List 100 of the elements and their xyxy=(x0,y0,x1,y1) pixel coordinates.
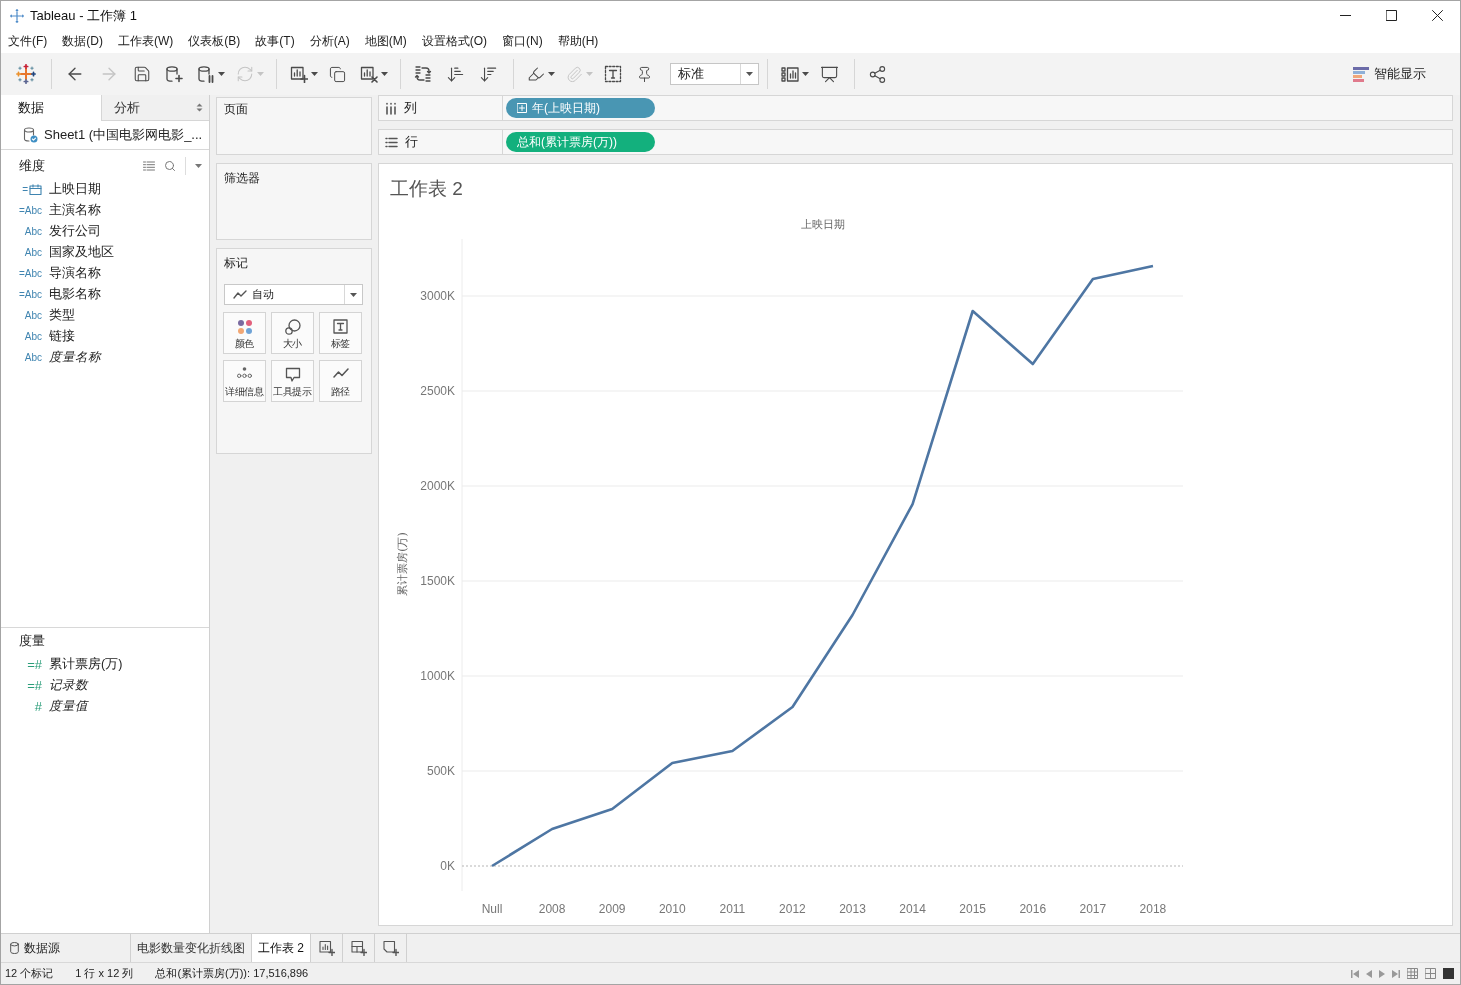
field-name[interactable]: 记录数 xyxy=(49,677,88,694)
section-title: 度量 xyxy=(19,632,45,650)
field-name[interactable]: 链接 xyxy=(49,328,75,345)
field-name[interactable]: 发行公司 xyxy=(49,223,101,240)
x-tick-label: 2014 xyxy=(899,902,926,916)
field-name[interactable]: 上映日期 xyxy=(49,181,101,198)
chart-plus-icon xyxy=(318,940,335,956)
filled-square-icon xyxy=(1443,968,1454,979)
field-name[interactable]: 累计票房(万) xyxy=(49,656,123,673)
x-tick-label: 2009 xyxy=(598,902,626,916)
field-name[interactable]: 电影名称 xyxy=(49,286,101,303)
x-tick-label: 2017 xyxy=(1079,902,1107,916)
color-button[interactable]: 颜色 xyxy=(223,312,266,354)
x-tick-label: 2018 xyxy=(1139,902,1167,916)
y-axis-title: 累计票房(万) xyxy=(396,532,409,596)
pane-tab[interactable]: 分析 xyxy=(101,95,209,121)
minimize-icon xyxy=(1339,15,1351,16)
menu-item[interactable]: 帮助(H) xyxy=(550,30,606,53)
x-tick-label: 2016 xyxy=(1019,902,1047,916)
y-tick-label: 2500K xyxy=(420,384,455,398)
fit-dropdown[interactable]: 标准 xyxy=(670,63,759,85)
field-type-label: Abc xyxy=(24,352,42,363)
field-name[interactable]: 度量名称 xyxy=(49,349,101,366)
status-text: 12 个标记 xyxy=(5,966,54,981)
shelf-label: 列 xyxy=(404,99,417,117)
grid-plus-icon xyxy=(350,940,367,956)
maximize-icon xyxy=(1385,10,1397,21)
field-name[interactable]: 主演名称 xyxy=(49,202,101,219)
detail-button[interactable]: 详细信息 xyxy=(223,360,266,402)
caret-icon xyxy=(195,163,202,168)
field-type-label: =# xyxy=(27,678,42,693)
label-button[interactable]: 标签 xyxy=(319,312,362,354)
window-title: Tableau - 工作簿 1 xyxy=(30,6,137,25)
caret-icon xyxy=(802,72,809,76)
field-name[interactable]: 导演名称 xyxy=(49,265,101,282)
shelf-label: 行 xyxy=(405,133,418,151)
database-check-icon xyxy=(23,127,38,143)
grid-view-icon xyxy=(1407,968,1418,979)
menu-item[interactable]: 故事(T) xyxy=(248,30,302,53)
sheet-tab[interactable]: 工作表 2 xyxy=(252,934,311,962)
menu-item[interactable]: 设置格式(O) xyxy=(414,30,494,53)
field-name[interactable]: 国家及地区 xyxy=(49,244,114,261)
status-text: 总和(累计票房(万)): 17,516,896 xyxy=(155,966,309,981)
caret-icon xyxy=(548,72,555,76)
text-box-icon xyxy=(333,319,348,334)
menu-item[interactable]: 数据(D) xyxy=(55,30,110,53)
speech-bubble-icon xyxy=(284,367,301,383)
y-tick-label: 1500K xyxy=(420,574,455,588)
field-name[interactable]: 度量值 xyxy=(49,698,88,715)
size-button[interactable]: 大小 xyxy=(271,312,314,354)
path-button[interactable]: 路径 xyxy=(319,360,362,402)
bar-chart-icon xyxy=(1353,66,1369,82)
search-icon xyxy=(164,159,176,172)
menu-item[interactable]: 文件(F) xyxy=(1,30,55,53)
database-icon xyxy=(10,942,19,954)
section-title: 维度 xyxy=(19,156,45,175)
caret-icon xyxy=(257,72,264,76)
y-tick-label: 500K xyxy=(426,764,455,778)
data-source-name[interactable]: Sheet1 (中国电影网电影_... xyxy=(44,126,203,144)
field-type-label: =Abc xyxy=(18,289,42,300)
menu-item[interactable]: 仪表板(B) xyxy=(181,30,248,53)
menu-item[interactable]: 窗口(N) xyxy=(495,30,550,53)
x-tick-label: 2008 xyxy=(538,902,566,916)
menu-item[interactable]: 工作表(W) xyxy=(111,30,181,53)
y-tick-label: 1000K xyxy=(420,669,455,683)
y-tick-label: 2000K xyxy=(420,479,455,493)
caret-icon xyxy=(381,72,388,76)
field-type-label: =# xyxy=(27,657,42,672)
field-type-label: Abc xyxy=(24,226,42,237)
last-page-icon xyxy=(1392,969,1400,978)
menu-item[interactable]: 分析(A) xyxy=(302,30,357,53)
x-tick-label: 2012 xyxy=(779,902,806,916)
vertical-bars-icon xyxy=(385,101,397,115)
caret-icon xyxy=(586,72,593,76)
plus-box-icon xyxy=(517,103,527,113)
next-icon xyxy=(1379,969,1385,978)
y-tick-label: 0K xyxy=(440,859,455,873)
x-tick-label: 2010 xyxy=(658,902,686,916)
previous-icon xyxy=(1366,969,1372,978)
x-axis-title: 上映日期 xyxy=(800,218,845,231)
menu-item[interactable]: 地图(M) xyxy=(357,30,414,53)
page-plus-icon xyxy=(382,940,399,956)
x-tick-label: Null xyxy=(481,902,503,916)
tooltip-button[interactable]: 工具提示 xyxy=(271,360,314,402)
field-name[interactable]: 类型 xyxy=(49,307,75,324)
caret-icon xyxy=(746,72,753,76)
circles-icon xyxy=(284,319,301,335)
field-type-label: Abc xyxy=(24,247,42,258)
caret-icon xyxy=(218,72,225,76)
app-logo-icon xyxy=(10,8,24,23)
x-tick-label: 2013 xyxy=(839,902,866,916)
x-tick-label: 2015 xyxy=(959,902,987,916)
mark-type-dropdown[interactable]: 自动 xyxy=(224,284,363,305)
card-title: 标记 xyxy=(223,255,249,270)
list-view-icon xyxy=(143,160,155,171)
show-me-button[interactable]: 智能显示 xyxy=(1347,64,1432,84)
field-type-label: =Abc xyxy=(18,205,42,216)
close-icon xyxy=(1431,10,1443,21)
field-type-label: =Abc xyxy=(18,268,42,279)
line-chart-icon xyxy=(233,290,247,299)
